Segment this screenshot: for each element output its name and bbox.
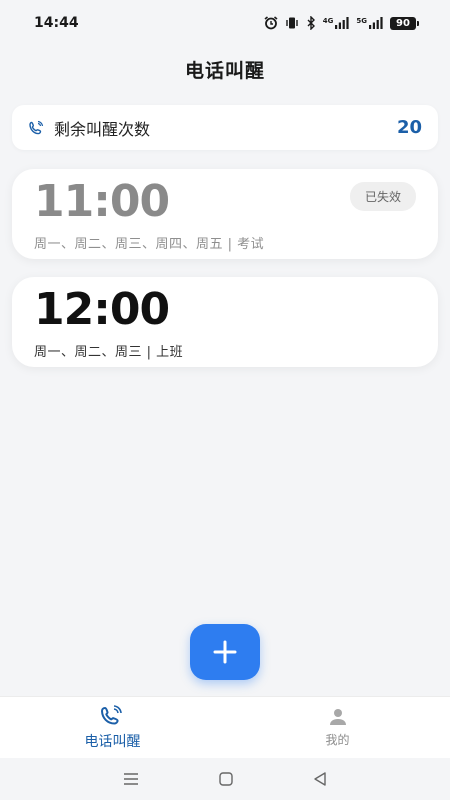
signal-icon bbox=[335, 17, 349, 29]
add-alarm-button[interactable] bbox=[190, 624, 260, 680]
tab-bar: 电话叫醒 我的 bbox=[0, 696, 450, 758]
home-icon[interactable] bbox=[218, 771, 234, 787]
battery-icon: 90 bbox=[390, 16, 419, 30]
signal-icon bbox=[369, 17, 383, 29]
back-icon[interactable] bbox=[312, 771, 328, 787]
status-badge: 已失效 bbox=[349, 182, 416, 211]
alarm-clock-icon bbox=[264, 16, 278, 30]
phone-icon bbox=[29, 120, 44, 134]
status-icons: 4G 5G 90 bbox=[264, 16, 419, 30]
tab-mine[interactable]: 我的 bbox=[225, 697, 450, 758]
tab-wake-call[interactable]: 电话叫醒 bbox=[0, 697, 225, 758]
menu-icon[interactable] bbox=[122, 772, 140, 786]
alarm-description: 周一、周二、周三 | 上班 bbox=[34, 345, 184, 360]
alarm-card[interactable]: 11:00 周一、周二、周三、周四、周五 | 考试 已失效 bbox=[12, 169, 438, 259]
remaining-count: 20 bbox=[396, 117, 422, 138]
alarm-description: 周一、周二、周三、周四、周五 | 考试 bbox=[34, 237, 265, 252]
alarm-time: 12:00 bbox=[34, 284, 170, 335]
network-type-1: 4G bbox=[322, 17, 334, 25]
remaining-label: 剩余叫醒次数 bbox=[54, 119, 151, 139]
bluetooth-icon bbox=[307, 16, 315, 30]
tab-label: 电话叫醒 bbox=[84, 733, 141, 750]
plus-icon bbox=[213, 640, 237, 664]
phone-ring-icon bbox=[100, 704, 122, 725]
status-bar: 14:44 4G 5G 90 bbox=[0, 0, 450, 46]
tab-label: 我的 bbox=[325, 733, 350, 747]
remaining-count-card: 剩余叫醒次数 20 bbox=[12, 105, 438, 150]
network-type-2: 5G bbox=[356, 17, 367, 25]
alarm-card[interactable]: 12:00 周一、周二、周三 | 上班 bbox=[12, 277, 438, 367]
person-icon bbox=[329, 709, 346, 725]
vibrate-icon bbox=[286, 17, 298, 29]
system-nav-bar bbox=[0, 758, 450, 800]
page-title: 电话叫醒 bbox=[184, 60, 265, 82]
status-time: 14:44 bbox=[34, 15, 79, 31]
